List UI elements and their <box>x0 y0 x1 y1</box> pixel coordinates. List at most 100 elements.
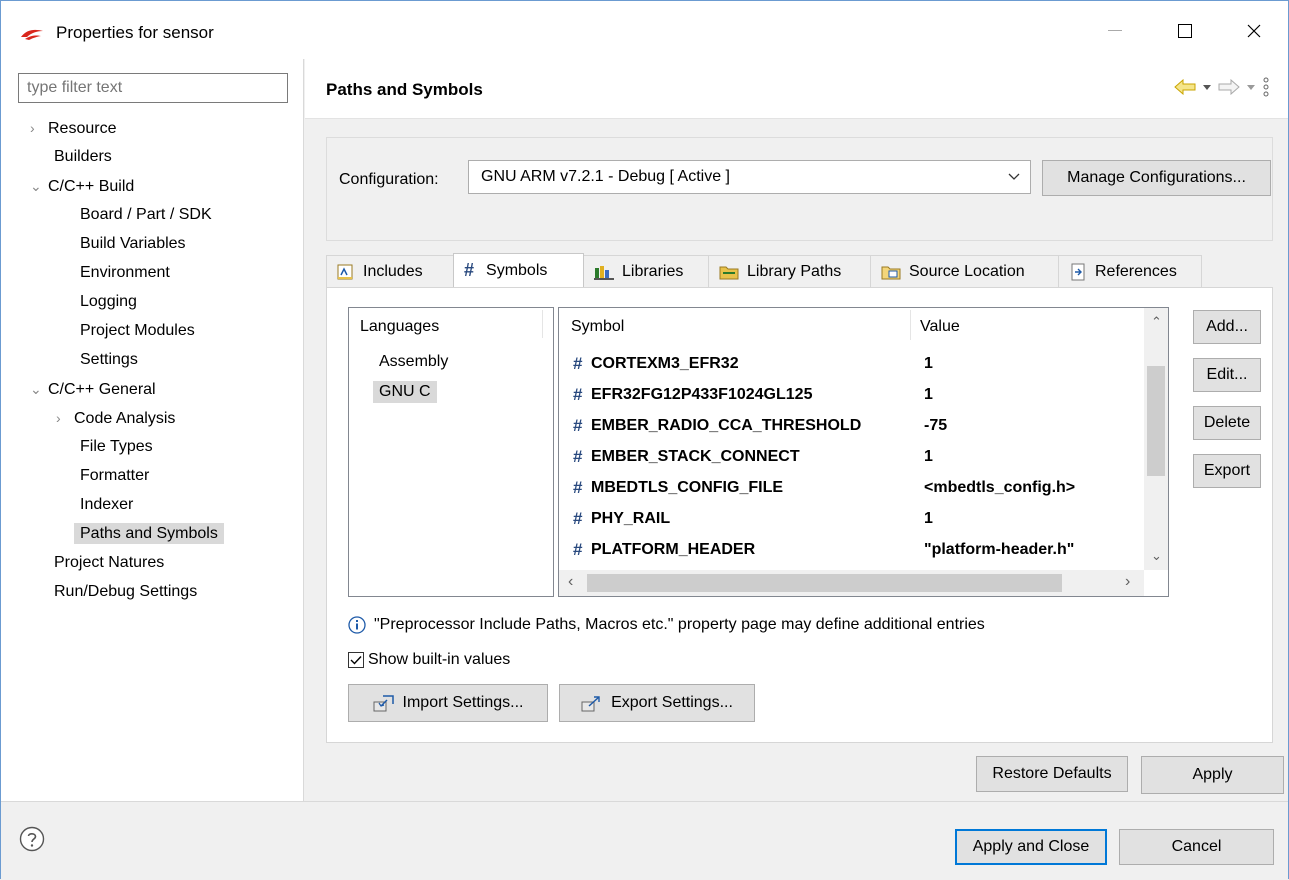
apply-and-close-button[interactable]: Apply and Close <box>955 829 1107 865</box>
import-icon <box>373 695 394 712</box>
back-arrow-icon[interactable] <box>1174 79 1196 95</box>
apply-button[interactable]: Apply <box>1141 756 1284 794</box>
content-panel: Paths and Symbols Configuration: GNU ARM… <box>305 59 1288 801</box>
dialog-footer: Apply and Close Cancel <box>1 801 1288 880</box>
languages-header: Languages <box>360 318 440 335</box>
hash-icon: # <box>573 509 583 528</box>
show-builtin-checkbox[interactable] <box>348 652 364 668</box>
configuration-select[interactable]: GNU ARM v7.2.1 - Debug [ Active ] <box>468 160 1031 194</box>
tree-expand-icon[interactable]: › <box>56 405 74 431</box>
info-icon <box>348 616 366 634</box>
languages-list[interactable]: Languages Assembly GNU C <box>348 307 554 597</box>
language-item-assembly[interactable]: Assembly <box>379 353 448 371</box>
language-item-gnu-c[interactable]: GNU C <box>373 381 437 403</box>
table-row[interactable]: # PLATFORM_HEADER "platform-header.h" <box>559 534 1144 565</box>
tree-item-code-analysis[interactable]: › Code Analysis <box>56 405 175 431</box>
tree-item-settings[interactable]: Settings <box>80 347 138 373</box>
tree-collapse-icon[interactable]: ⌄ <box>30 376 48 402</box>
tab-libraries[interactable]: Libraries <box>583 255 709 287</box>
view-menu-icon[interactable] <box>1262 77 1270 97</box>
tree-item-cpp-general[interactable]: ⌄ C/C++ General <box>30 376 156 402</box>
vertical-scroll-thumb[interactable] <box>1147 366 1165 476</box>
hash-icon: # <box>464 260 475 280</box>
tree-item-file-types[interactable]: File Types <box>80 434 153 460</box>
tree-item-project-natures[interactable]: Project Natures <box>54 550 164 576</box>
tree-item-indexer[interactable]: Indexer <box>80 492 133 518</box>
window-title: Properties for sensor <box>56 23 214 42</box>
tree-item-resource[interactable]: › Resource <box>30 115 116 141</box>
tree-item-environment[interactable]: Environment <box>80 260 170 286</box>
page-header: Paths and Symbols <box>305 59 1288 119</box>
help-icon[interactable] <box>19 826 45 852</box>
tree-expand-icon[interactable]: › <box>30 115 48 141</box>
info-message: "Preprocessor Include Paths, Macros etc.… <box>348 616 985 634</box>
hash-icon: # <box>573 447 583 466</box>
table-row[interactable]: # EFR32FG12P433F1024GL125 1 <box>559 379 1144 410</box>
tab-source-location[interactable]: Source Location <box>870 255 1059 287</box>
table-header: Symbol Value <box>559 308 1144 344</box>
table-row[interactable]: # EMBER_RADIO_CCA_THRESHOLD -75 <box>559 410 1144 441</box>
minimize-icon <box>1108 30 1122 31</box>
configuration-label: Configuration: <box>339 171 439 188</box>
tree-item-builders[interactable]: Builders <box>54 144 112 170</box>
tree-item-logging[interactable]: Logging <box>80 289 137 315</box>
horizontal-scroll-thumb[interactable] <box>587 574 1062 592</box>
table-row[interactable]: # CORTEXM3_EFR32 1 <box>559 348 1144 379</box>
scroll-right-icon[interactable]: › <box>1125 573 1130 591</box>
import-settings-button[interactable]: Import Settings... <box>348 684 548 722</box>
symbols-table[interactable]: Symbol Value # CORTEXM3_EFR32 1 # EFR32FG12… <box>558 307 1169 597</box>
forward-dropdown-icon[interactable] <box>1246 83 1256 91</box>
tab-symbols[interactable]: # Symbols <box>453 253 584 287</box>
tab-includes[interactable]: Includes <box>326 255 454 287</box>
column-header-value[interactable]: Value <box>920 318 960 336</box>
delete-button[interactable]: Delete <box>1193 406 1261 440</box>
tree-item-run-debug-settings[interactable]: Run/Debug Settings <box>54 579 197 605</box>
column-header-symbol[interactable]: Symbol <box>571 318 624 336</box>
restore-defaults-button[interactable]: Restore Defaults <box>976 756 1128 792</box>
manage-configurations-button[interactable]: Manage Configurations... <box>1042 160 1271 196</box>
forward-arrow-icon[interactable] <box>1218 79 1240 95</box>
hash-icon: # <box>573 540 583 559</box>
table-row[interactable]: # MBEDTLS_CONFIG_FILE <mbedtls_config.h> <box>559 472 1144 503</box>
hash-icon: # <box>573 385 583 404</box>
tree-item-paths-and-symbols[interactable]: Paths and Symbols <box>74 521 224 547</box>
maximize-button[interactable] <box>1162 11 1208 51</box>
tab-references[interactable]: References <box>1058 255 1202 287</box>
history-nav <box>1174 77 1270 97</box>
tree-item-formatter[interactable]: Formatter <box>80 463 149 489</box>
silabs-logo-icon <box>21 29 43 40</box>
page-title: Paths and Symbols <box>326 80 483 99</box>
vertical-scrollbar[interactable]: ⌃ ⌄ <box>1144 308 1168 570</box>
export-icon <box>581 696 600 712</box>
filter-input[interactable] <box>18 73 288 103</box>
includes-icon <box>337 264 353 279</box>
library-folder-icon <box>719 266 739 279</box>
edit-button[interactable]: Edit... <box>1193 358 1261 392</box>
table-row[interactable]: # PHY_RAIL 1 <box>559 503 1144 534</box>
tree-item-build-variables[interactable]: Build Variables <box>80 231 186 257</box>
tree-item-board-part-sdk[interactable]: Board / Part / SDK <box>80 202 212 228</box>
add-button[interactable]: Add... <box>1193 310 1261 344</box>
symbols-tab-content: Languages Assembly GNU C Symbol Value # C… <box>326 287 1273 743</box>
hash-icon: # <box>573 416 583 435</box>
show-builtin-values[interactable]: Show built-in values <box>348 651 510 669</box>
export-settings-button[interactable]: Export Settings... <box>559 684 755 722</box>
scroll-up-icon[interactable]: ⌃ <box>1151 314 1162 330</box>
scroll-down-icon[interactable]: ⌄ <box>1151 548 1162 564</box>
chevron-down-icon <box>1008 173 1020 180</box>
tree-collapse-icon[interactable]: ⌄ <box>30 173 48 199</box>
tree-item-cpp-build[interactable]: ⌄ C/C++ Build <box>30 173 134 199</box>
back-dropdown-icon[interactable] <box>1202 83 1212 91</box>
cancel-button[interactable]: Cancel <box>1119 829 1274 865</box>
tree-item-project-modules[interactable]: Project Modules <box>80 318 195 344</box>
export-button[interactable]: Export <box>1193 454 1261 488</box>
table-row[interactable]: # EMBER_STACK_CONNECT 1 <box>559 441 1144 472</box>
horizontal-scrollbar[interactable]: ‹ › <box>559 570 1144 596</box>
close-icon <box>1247 24 1261 38</box>
tab-library-paths[interactable]: Library Paths <box>708 255 871 287</box>
close-button[interactable] <box>1231 11 1277 51</box>
minimize-button[interactable] <box>1092 11 1138 51</box>
source-folder-icon <box>881 266 901 279</box>
scroll-left-icon[interactable]: ‹ <box>568 573 573 591</box>
maximize-icon <box>1178 24 1192 38</box>
